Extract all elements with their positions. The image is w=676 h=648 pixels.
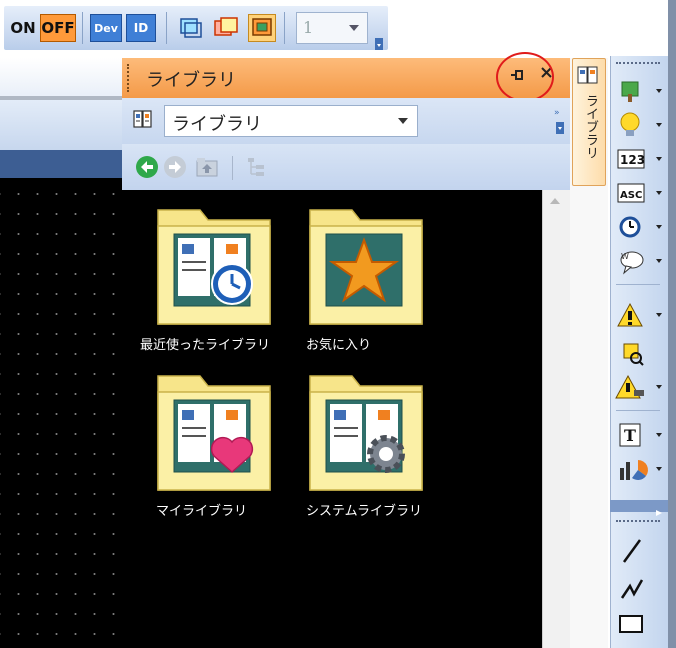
highlight-circle	[496, 52, 554, 102]
system-library-folder[interactable]	[304, 370, 428, 494]
frame-overlap-icon[interactable]	[248, 14, 276, 42]
toolbar-separator	[166, 12, 167, 44]
recent-library-folder[interactable]	[152, 204, 276, 328]
forward-icon[interactable]	[164, 156, 186, 178]
line-icon	[622, 539, 642, 563]
rectangle-icon	[619, 615, 643, 633]
library-book-icon	[577, 64, 599, 86]
chevron-down-icon[interactable]	[398, 118, 408, 124]
up-folder-icon[interactable]	[194, 154, 220, 180]
library-book-icon	[132, 108, 154, 130]
library-side-tab-label: ライブラリ	[583, 94, 598, 159]
scroll-up-icon[interactable]	[550, 198, 560, 204]
toolbar-separator	[284, 12, 285, 44]
library-select-value: ライブラリ	[172, 114, 262, 135]
library-nav-toolbar	[122, 144, 570, 190]
svg-text:»: »	[554, 108, 560, 118]
recent-library-icon	[157, 209, 271, 325]
search-device-tool[interactable]	[614, 338, 664, 368]
alarm-tool[interactable]	[614, 300, 664, 330]
palette-overflow-icon[interactable]	[654, 502, 664, 516]
text-icon: T	[619, 423, 641, 447]
svg-text:W: W	[621, 252, 629, 261]
lamp-tool[interactable]	[614, 110, 664, 140]
layer-select[interactable]: 1	[296, 12, 368, 44]
numeric-display-label: 123	[620, 153, 645, 167]
chevron-down-icon	[349, 25, 359, 31]
tree-view-icon[interactable]	[244, 154, 270, 180]
search-device-icon	[623, 343, 644, 366]
alert-icon	[615, 374, 644, 399]
palette-grip-icon[interactable]	[616, 62, 660, 66]
clock-tool[interactable]	[614, 212, 664, 242]
back-icon[interactable]	[136, 156, 158, 178]
my-library-folder[interactable]	[152, 370, 276, 494]
ascii-display-tool[interactable]: ASC	[614, 178, 664, 208]
polyline-tool[interactable]	[614, 574, 664, 604]
frame-back-icon[interactable]	[176, 14, 204, 42]
library-panel-title: ライブラリ	[146, 70, 236, 91]
polyline-icon	[620, 579, 644, 599]
screen-canvas[interactable]	[0, 178, 122, 648]
editor-tab-area	[0, 58, 122, 100]
toolbar-overflow-icon[interactable]	[374, 36, 384, 50]
rectangle-tool[interactable]	[614, 610, 664, 640]
id-button[interactable]: ID	[126, 14, 156, 42]
frame-front-icon[interactable]	[212, 14, 240, 42]
system-library-label: システムライブラリ	[306, 504, 422, 519]
panel-overflow-icon[interactable]: »	[552, 104, 568, 138]
my-library-icon	[157, 375, 271, 491]
vertical-scrollbar[interactable]	[542, 190, 570, 648]
palette-divider	[616, 284, 660, 285]
paint-tool[interactable]	[614, 76, 664, 106]
chart-tool[interactable]	[614, 454, 664, 484]
window-border	[668, 0, 676, 648]
clock-icon	[619, 216, 641, 238]
paint-icon	[621, 81, 639, 102]
toolbar-separator	[232, 156, 233, 180]
message-tool[interactable]: W	[614, 246, 664, 276]
editor-header	[0, 100, 122, 150]
ascii-display-label: ASC	[620, 190, 642, 201]
ascii-display-icon: ASC	[617, 183, 645, 203]
line-tool[interactable]	[614, 536, 664, 566]
toolbar-separator	[82, 12, 83, 44]
lamp-icon	[620, 112, 640, 136]
alarm-icon	[617, 302, 643, 327]
message-icon: W	[620, 251, 644, 275]
my-library-label: マイライブラリ	[156, 504, 248, 519]
palette-grip-icon[interactable]	[616, 520, 660, 524]
favorites-folder[interactable]	[304, 204, 428, 328]
numeric-display-icon: 123	[617, 149, 645, 169]
favorites-icon	[309, 209, 423, 325]
numeric-display-tool[interactable]: 123	[614, 144, 664, 174]
system-library-icon	[309, 375, 423, 491]
drag-grip-icon[interactable]	[127, 64, 132, 92]
layer-select-value: 1	[303, 18, 314, 37]
on-button[interactable]: ON	[8, 14, 38, 42]
off-button[interactable]: OFF	[40, 14, 76, 42]
chart-icon	[620, 460, 648, 480]
alert-tool[interactable]	[614, 372, 664, 402]
text-tool[interactable]: T	[614, 420, 664, 450]
text-tool-label: T	[624, 426, 636, 445]
favorites-label: お気に入り	[306, 338, 372, 353]
recent-library-label: 最近使ったライブラリ	[140, 338, 271, 353]
device-button[interactable]: Dev	[90, 14, 122, 42]
editor-ruler	[0, 150, 122, 178]
palette-divider	[616, 410, 660, 411]
